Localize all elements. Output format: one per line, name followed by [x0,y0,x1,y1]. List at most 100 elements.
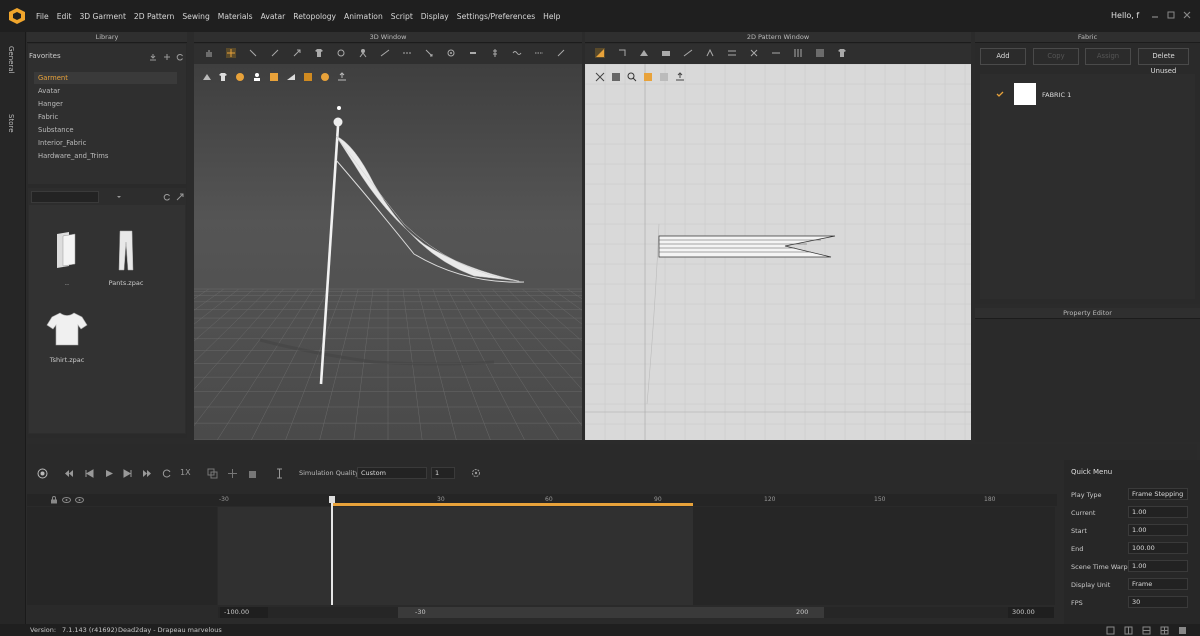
expand-icon[interactable] [176,193,184,201]
topstitch-icon[interactable] [534,48,544,58]
menu-3d-garment[interactable]: 3D Garment [79,12,133,21]
record-icon[interactable] [37,468,48,479]
prev-frame-icon[interactable] [84,469,94,478]
transform-keys-icon[interactable] [227,468,238,479]
delete-keys-icon[interactable] [247,468,258,479]
play-icon[interactable] [104,469,114,478]
layout-icon-5[interactable] [1178,626,1187,635]
refresh-icon[interactable] [163,193,171,201]
viewport-3d[interactable] [0,44,833,441]
polygon-icon[interactable] [639,48,649,58]
range-end-value[interactable]: 300.00 [1008,607,1054,618]
pants-icon[interactable] [117,230,135,272]
fold-arrange-icon[interactable] [292,48,302,58]
sim-quality-select[interactable]: Custom [357,467,427,479]
garment-icon[interactable] [314,48,324,58]
pattern-view-icon[interactable] [659,72,669,82]
rewind-icon[interactable] [64,469,74,478]
folder-up-icon[interactable] [55,230,79,270]
move-tool-icon[interactable] [226,48,236,58]
layer-icon[interactable] [303,72,313,82]
library-item-garment[interactable]: Garment [34,72,177,84]
library-item-interior-fabric[interactable]: Interior_Fabric [34,137,177,149]
next-frame-icon[interactable] [123,469,133,478]
buttonhole-icon[interactable] [468,48,478,58]
library-item-hanger[interactable]: Hanger [34,98,177,110]
layout-icon-4[interactable] [1160,626,1169,635]
add-icon[interactable] [163,53,171,61]
text-cursor-icon[interactable] [274,468,285,479]
transform-icon[interactable] [270,48,280,58]
timeline-range-bar[interactable] [333,503,693,506]
library-item-avatar[interactable]: Avatar [34,85,177,97]
maximize-icon[interactable] [1166,10,1176,20]
delete-unused-button[interactable]: Delete Unused [1138,48,1189,75]
menu-file[interactable]: File [36,12,57,21]
add-fabric-button[interactable]: Add [980,48,1026,65]
sim-value-stepper[interactable]: 1 [431,467,455,479]
zoom-icon[interactable] [627,72,637,82]
simulation-icon[interactable] [202,72,212,82]
library-search-input[interactable] [31,191,99,203]
menu-help[interactable]: Help [543,12,568,21]
button-tool-icon[interactable] [446,48,456,58]
check-icon[interactable] [996,90,1004,98]
copy-keys-icon[interactable] [207,468,218,479]
hand-tool-icon[interactable] [204,48,214,58]
draw-icon[interactable] [611,72,621,82]
menu-display[interactable]: Display [421,12,457,21]
menu-edit[interactable]: Edit [57,12,80,21]
fast-forward-icon[interactable] [142,469,152,478]
library-item-substance[interactable]: Substance [34,124,177,136]
layout-icon-1[interactable] [1106,626,1115,635]
layout-icon-3[interactable] [1142,626,1151,635]
zipper-icon[interactable] [490,48,500,58]
avatar-tool-icon[interactable] [358,48,368,58]
eye-icon-2[interactable] [75,496,84,504]
tshirt-icon[interactable] [46,311,88,347]
trace-icon[interactable] [815,48,825,58]
refresh-icon[interactable] [176,53,184,61]
menu-2d-pattern[interactable]: 2D Pattern [134,12,182,21]
pin-icon[interactable] [336,48,346,58]
fabric-sim-icon[interactable] [269,72,279,82]
qm-display-unit-select[interactable]: Frame [1128,578,1188,590]
loop-icon[interactable] [162,469,172,478]
pleat-icon[interactable] [793,48,803,58]
texture-icon[interactable] [771,48,781,58]
scissor-icon[interactable] [595,72,605,82]
close-icon[interactable] [1182,10,1192,20]
shirt-sim-icon[interactable] [218,72,228,82]
measure-icon[interactable] [424,48,434,58]
eye-icon[interactable] [62,496,71,504]
flip-icon[interactable] [556,48,566,58]
qm-current-input[interactable]: 1.00 [1128,506,1188,518]
transform-pattern-icon[interactable] [617,48,627,58]
copy-fabric-button[interactable]: Copy [1033,48,1079,65]
edit-pattern-icon[interactable] [595,48,605,58]
qm-start-input[interactable]: 1.00 [1128,524,1188,536]
user-greeting[interactable]: Hello, f [1111,11,1139,20]
segment-sewing-icon[interactable] [727,48,737,58]
free-sewing-icon[interactable] [749,48,759,58]
garment-2d-icon[interactable] [837,48,847,58]
menu-retopology[interactable]: Retopology [293,12,344,21]
puckering-icon[interactable] [512,48,522,58]
playhead-handle[interactable] [329,496,335,503]
minimize-icon[interactable] [1150,10,1160,20]
library-item-hardware[interactable]: Hardware_and_Trims [34,150,177,162]
menu-sewing[interactable]: Sewing [182,12,217,21]
texture-view-icon[interactable] [643,72,653,82]
export-2d-icon[interactable] [675,72,685,82]
select-mesh-icon[interactable] [248,48,258,58]
range-slider-handle[interactable] [398,607,824,618]
menu-settings[interactable]: Settings/Preferences [457,12,543,21]
qm-time-warp-input[interactable]: 1.00 [1128,560,1188,572]
flag-sim-icon[interactable] [286,72,296,82]
qm-end-input[interactable]: 100.00 [1128,542,1188,554]
seam-icon[interactable] [402,48,412,58]
download-icon[interactable] [149,53,157,61]
user-sim-icon[interactable] [252,72,262,82]
tab-general[interactable]: General [7,46,15,74]
app-logo-icon[interactable] [8,7,26,25]
